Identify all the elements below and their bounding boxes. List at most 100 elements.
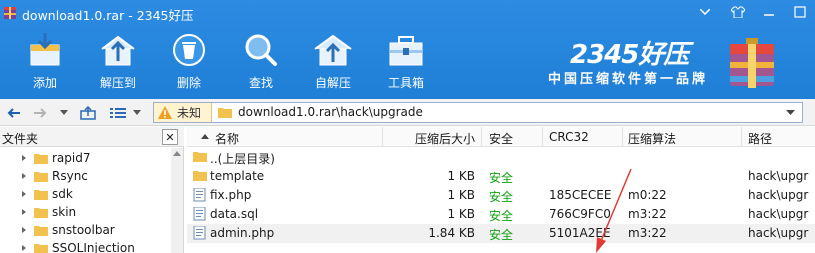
tree-scrollbar[interactable] <box>171 148 183 253</box>
expand-arrow-icon[interactable] <box>22 173 26 179</box>
parent-folder-icon <box>193 152 207 162</box>
column-header-path-label: 路径 <box>748 132 773 146</box>
self-extract-button[interactable]: 自解压 <box>304 27 362 93</box>
column-header-path[interactable]: 路径 <box>742 127 815 147</box>
column-header-method[interactable]: 压缩算法 <box>623 127 742 147</box>
column-header-name[interactable]: 名称 <box>187 127 383 147</box>
file-path: hack\upgr <box>748 169 809 183</box>
view-mode-button[interactable] <box>108 104 128 121</box>
file-compressed-size: 1 KB <box>447 169 475 183</box>
brand-name: 2345好压 <box>570 40 689 70</box>
toolbox-icon <box>389 36 423 66</box>
extract-to-button-label: 解压到 <box>99 76 136 90</box>
tree-item[interactable]: sdk <box>0 185 170 203</box>
file-compressed-size: 1 KB <box>447 188 475 202</box>
tree-item-label: SSOLInjection <box>52 241 135 253</box>
forward-button[interactable] <box>32 104 48 121</box>
tree-item[interactable]: skin <box>0 203 170 221</box>
back-button[interactable] <box>6 104 22 121</box>
expand-arrow-icon[interactable] <box>22 227 26 233</box>
address-path: download1.0.rar\hack\upgrade <box>238 105 423 119</box>
folder-tree-header: 文件夹 ✕ <box>0 127 184 147</box>
expand-arrow-icon[interactable] <box>22 245 26 251</box>
address-field[interactable]: 未知 download1.0.rar\hack\upgrade <box>153 102 803 123</box>
scroll-up-icon[interactable] <box>173 151 181 156</box>
file-row[interactable]: admin.php 1.84 KB 安全 5101A2EE m3:22 hack… <box>187 224 815 243</box>
expand-arrow-icon[interactable] <box>22 155 26 161</box>
toolbox-button[interactable]: 工具箱 <box>377 27 435 93</box>
column-header-compressed-size[interactable]: 压缩后大小 <box>383 127 482 147</box>
search-button-label: 查找 <box>248 76 273 90</box>
file-name: ..(上层目录) <box>210 152 275 166</box>
minimize-icon <box>764 14 774 16</box>
minimize-button[interactable] <box>756 2 782 22</box>
file-compressed-size: 1.84 KB <box>428 226 475 240</box>
extract-to-button[interactable]: 解压到 <box>89 27 147 93</box>
tree-item[interactable]: snstoolbar <box>0 221 170 239</box>
window-title: download1.0.rar - 2345好压 <box>22 8 194 23</box>
column-header-name-label: 名称 <box>215 132 240 146</box>
search-icon <box>245 34 277 66</box>
expand-arrow-icon[interactable] <box>22 191 26 197</box>
list-view-icon <box>110 107 126 118</box>
column-header-security[interactable]: 安全 <box>482 127 543 147</box>
sort-ascending-icon <box>201 134 209 139</box>
chevron-down-icon[interactable] <box>786 110 795 115</box>
column-header-crc32[interactable]: CRC32 <box>543 127 623 147</box>
column-header-crc32-label: CRC32 <box>549 130 589 144</box>
folder-tree-panel: 文件夹 ✕ rapid7 Rsync sdk skin snstoolbar S… <box>0 127 184 253</box>
self-extract-icon <box>314 34 352 66</box>
folder-icon <box>34 154 48 164</box>
close-tree-button[interactable]: ✕ <box>162 129 178 145</box>
brand-logo-icon <box>730 38 774 88</box>
file-icon <box>193 188 206 202</box>
skin-button[interactable] <box>725 2 751 22</box>
self-extract-button-label: 自解压 <box>314 76 351 90</box>
history-dropdown[interactable] <box>58 104 70 121</box>
tree-item-label: rapid7 <box>52 151 91 165</box>
file-security-status: 安全 <box>489 171 514 185</box>
chevron-down-icon <box>133 110 141 115</box>
delete-button-label: 删除 <box>176 76 201 90</box>
brand-slogan: 中国压缩软件第一品牌 <box>548 72 709 87</box>
view-mode-dropdown[interactable] <box>131 104 143 121</box>
file-row[interactable]: ..(上层目录) <box>187 148 815 167</box>
file-row[interactable]: data.sql 1 KB 安全 766C9FC0 m3:22 hack\upg… <box>187 205 815 224</box>
address-bar-row: 未知 download1.0.rar\hack\upgrade <box>0 99 815 126</box>
tree-item[interactable]: Rsync <box>0 167 170 185</box>
tree-item[interactable]: rapid7 <box>0 149 170 167</box>
file-list: 名称 压缩后大小 安全 CRC32 压缩算法 路径 ..(上层目录) templ… <box>187 127 815 253</box>
security-status-badge[interactable]: 未知 <box>154 103 212 122</box>
folder-icon <box>34 190 48 200</box>
expand-arrow-icon[interactable] <box>22 209 26 215</box>
maximize-icon <box>794 6 806 18</box>
file-path: hack\upgr <box>748 207 809 221</box>
toolbox-button-label: 工具箱 <box>387 76 424 90</box>
add-button[interactable]: 添加 <box>16 27 74 93</box>
tree-item[interactable]: SSOLInjection <box>0 239 170 253</box>
top-banner: download1.0.rar - 2345好压 添加 解压到 删除 查找 自解… <box>0 0 815 99</box>
warning-icon <box>158 106 172 119</box>
file-row[interactable]: template 1 KB 安全 hack\upgr <box>187 167 815 186</box>
shirt-icon <box>731 6 745 18</box>
column-header-security-label: 安全 <box>489 132 514 146</box>
chevron-down-icon <box>700 9 710 15</box>
folder-icon <box>34 208 48 218</box>
file-name: admin.php <box>210 226 275 240</box>
column-header-method-label: 压缩算法 <box>628 132 677 146</box>
up-folder-icon <box>80 105 96 120</box>
file-icon <box>193 226 206 240</box>
folder-icon <box>218 108 232 118</box>
file-row[interactable]: fix.php 1 KB 安全 185CECEE m0:22 hack\upgr <box>187 186 815 205</box>
add-button-label: 添加 <box>32 76 57 90</box>
search-button[interactable]: 查找 <box>232 27 290 93</box>
up-level-button[interactable] <box>78 104 98 121</box>
delete-button[interactable]: 删除 <box>160 27 218 93</box>
file-name: data.sql <box>210 207 259 221</box>
folder-icon <box>34 226 48 236</box>
file-security-status: 安全 <box>489 209 514 223</box>
menu-arrow-button[interactable] <box>692 2 718 22</box>
maximize-button[interactable] <box>787 2 813 22</box>
file-security-status: 安全 <box>489 190 514 204</box>
tree-item-label: snstoolbar <box>52 223 115 237</box>
